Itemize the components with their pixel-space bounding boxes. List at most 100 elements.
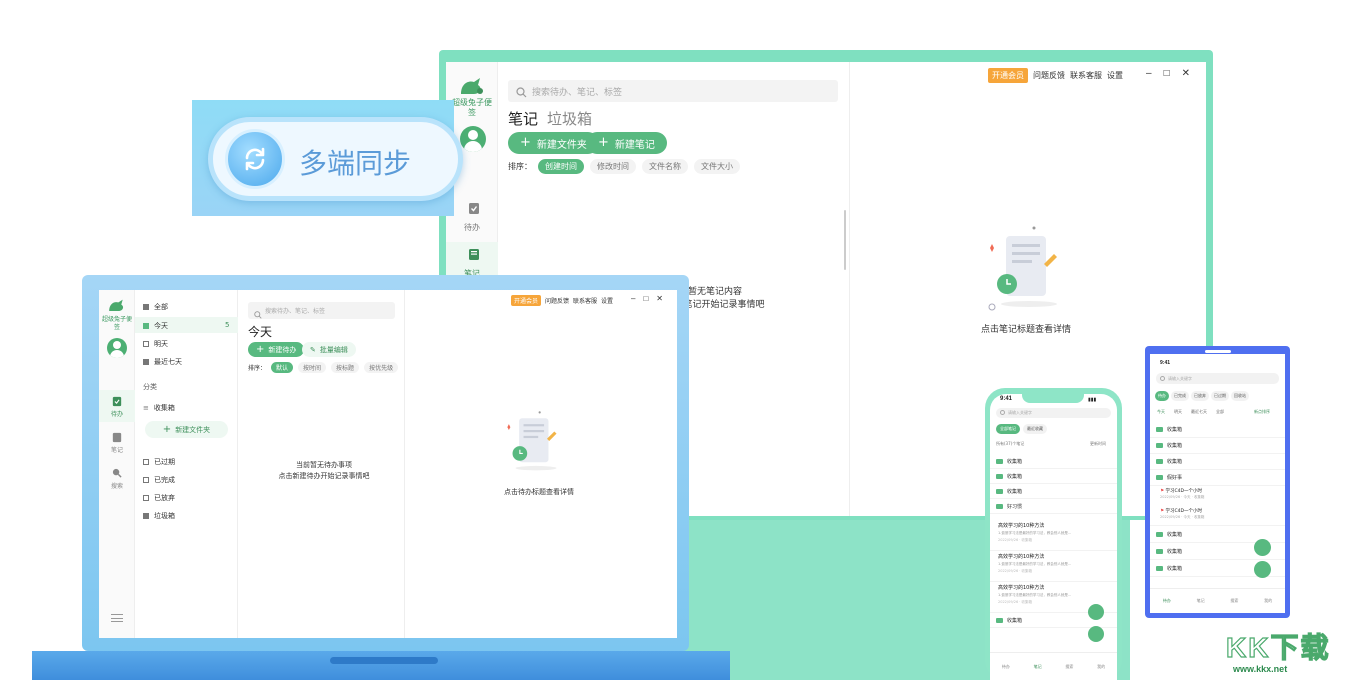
new-folder-label: 新建文件夹: [175, 425, 211, 434]
settings-link[interactable]: 设置: [601, 296, 613, 305]
list-item[interactable]: 收集箱: [1150, 422, 1285, 438]
list-tomorrow[interactable]: 明天: [143, 339, 168, 349]
list-abandoned[interactable]: 已放弃: [143, 493, 175, 503]
nav-search-label[interactable]: 搜索: [99, 481, 135, 490]
window-controls: – □ ✕: [1146, 68, 1190, 79]
close-icon[interactable]: ✕: [656, 294, 663, 303]
todo-nav-icon[interactable]: [468, 202, 480, 220]
settings-link[interactable]: 设置: [1107, 70, 1123, 81]
list-item[interactable]: 收集箱: [1150, 438, 1285, 454]
note-item[interactable]: 高效学习的10种方法 1.费曼学习法是最好的学习法，教会别人就是… 2022/0…: [990, 551, 1117, 582]
date-tabs: 今天 明天 最近七天 全部: [1157, 409, 1224, 415]
nav-todo-label[interactable]: 待办: [99, 409, 135, 418]
laptop-top-right: 开通会员 问题反馈 联系客服 设置: [511, 295, 613, 306]
list-item[interactable]: 好习惯: [990, 499, 1117, 514]
expired-icon: [143, 459, 149, 465]
list-week[interactable]: 最近七天: [143, 357, 182, 367]
sort-created[interactable]: 创建时间: [538, 159, 584, 174]
notes-nav-icon[interactable]: [468, 248, 480, 266]
watermark-logo: KK下载: [1225, 631, 1331, 663]
nav-todo-label[interactable]: 待办: [446, 222, 498, 233]
chip-expired[interactable]: 已过期: [1211, 391, 1229, 401]
list-trash[interactable]: 垃圾箱: [143, 511, 175, 521]
list-all[interactable]: 全部: [143, 302, 168, 312]
list-item[interactable]: 收集箱: [1150, 454, 1285, 470]
fab-add-todo-icon[interactable]: [1254, 561, 1271, 578]
chip-todo[interactable]: 待办: [1155, 391, 1169, 401]
bottom-nav-notes[interactable]: 笔记: [1034, 664, 1042, 670]
sort-name[interactable]: 文件名称: [642, 159, 688, 174]
phone-search-input[interactable]: 请输入关键字: [1156, 373, 1279, 384]
tab-trash[interactable]: 垃圾箱: [547, 108, 592, 129]
list-item[interactable]: 收集箱: [990, 484, 1117, 499]
new-todo-button[interactable]: + 新建待办: [248, 342, 305, 357]
bottom-nav-search[interactable]: 搜索: [1230, 598, 1238, 604]
todo-item[interactable]: ⚑ 学习C4D一个小时 2022/09/26 · 今天 · 收集箱: [1150, 506, 1285, 526]
laptop-empty-state: 当前暂无待办事项 点击新建待办开始记录事情吧: [264, 460, 384, 482]
status-time: 9:41: [1160, 360, 1171, 366]
date-tab-tomorrow[interactable]: 明天: [1174, 409, 1182, 415]
vip-button[interactable]: 开通会员: [511, 295, 542, 306]
folder-label: 收集箱: [1167, 548, 1183, 555]
new-note-button[interactable]: + 新建笔记: [586, 132, 667, 154]
tab-all-notes[interactable]: 全部笔记: [996, 424, 1020, 434]
folder-label: 收集箱: [1167, 531, 1183, 538]
laptop-search-input[interactable]: 搜索待办、笔记、标签: [248, 302, 395, 319]
nav-notes-label[interactable]: 笔记: [99, 445, 135, 454]
sort-priority[interactable]: 按优先级: [364, 362, 399, 373]
bottom-nav-notes[interactable]: 笔记: [1197, 598, 1205, 604]
bottom-nav-todo[interactable]: 待办: [1002, 664, 1010, 670]
bottom-nav-mine[interactable]: 我的: [1097, 664, 1105, 670]
bottom-nav-todo[interactable]: 待办: [1163, 598, 1171, 604]
avatar[interactable]: [460, 126, 486, 152]
list-item[interactable]: 假好事: [1150, 470, 1285, 486]
avatar[interactable]: [107, 338, 127, 358]
date-tab-week[interactable]: 最近七天: [1191, 409, 1207, 415]
fab-add-note-icon[interactable]: [1088, 626, 1104, 642]
fab-video-icon[interactable]: [1254, 539, 1271, 556]
todo-item[interactable]: ⚑ 学习C4D一个小时 2022/09/26 · 今天 · 收集箱: [1150, 486, 1285, 506]
list-abandoned-label: 已放弃: [154, 494, 175, 502]
sort-modified[interactable]: 修改时间: [590, 159, 636, 174]
batch-edit-button[interactable]: ✎ 批量编辑: [302, 342, 356, 357]
tab-recent[interactable]: 最近收藏: [1023, 424, 1047, 434]
bottom-nav-search[interactable]: 搜索: [1065, 664, 1073, 670]
fab-video-icon[interactable]: [1088, 604, 1104, 620]
vip-button[interactable]: 开通会员: [988, 68, 1028, 83]
scrollbar[interactable]: [844, 210, 846, 270]
contact-link[interactable]: 联系客服: [573, 296, 597, 305]
todo-illustration-icon: [503, 408, 569, 479]
list-today[interactable]: 今天: [143, 321, 168, 331]
tab-notes[interactable]: 笔记: [508, 108, 538, 129]
sort-size[interactable]: 文件大小: [694, 159, 740, 174]
note-item[interactable]: 高效学习的10种方法 1.费曼学习法是最好的学习法，教会别人就是… 2022/0…: [990, 520, 1117, 551]
contact-link[interactable]: 联系客服: [1070, 70, 1102, 81]
sort-title[interactable]: 按标题: [331, 362, 360, 373]
feedback-link[interactable]: 问题反馈: [1033, 70, 1065, 81]
bottom-nav-mine[interactable]: 我的: [1264, 598, 1272, 604]
desktop-search-input[interactable]: 搜索待办、笔记、标签: [508, 80, 838, 102]
list-expired[interactable]: 已过期: [143, 457, 175, 467]
feedback-link[interactable]: 问题反馈: [545, 296, 569, 305]
maximize-icon[interactable]: □: [1164, 68, 1170, 79]
todo-title: 学习C4D一个小时: [1165, 489, 1202, 494]
list-inbox[interactable]: ≡ 收集箱: [143, 403, 175, 413]
minimize-icon[interactable]: –: [1146, 68, 1152, 79]
maximize-icon[interactable]: □: [643, 294, 648, 303]
date-tab-today[interactable]: 今天: [1157, 409, 1165, 415]
list-item[interactable]: 收集箱: [990, 454, 1117, 469]
date-tab-all[interactable]: 全部: [1216, 409, 1224, 415]
sort-default[interactable]: 默认: [271, 362, 294, 373]
sort-time[interactable]: 按时间: [298, 362, 327, 373]
folder-icon: [1156, 459, 1163, 464]
list-done[interactable]: 已完成: [143, 475, 175, 485]
list-item[interactable]: 收集箱: [990, 469, 1117, 484]
chip-abandoned[interactable]: 已放弃: [1191, 391, 1209, 401]
minimize-icon[interactable]: –: [631, 294, 635, 303]
menu-icon[interactable]: [111, 614, 123, 622]
chip-recycle[interactable]: 回收站: [1231, 391, 1249, 401]
close-icon[interactable]: ✕: [1182, 68, 1190, 79]
phone-search-input[interactable]: 请输入关键字: [996, 408, 1111, 418]
new-folder-button[interactable]: + 新建文件夹: [145, 421, 228, 438]
chip-done[interactable]: 已完成: [1171, 391, 1189, 401]
